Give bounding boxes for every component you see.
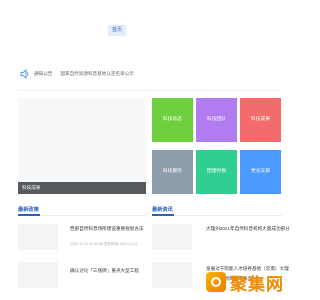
nav-home-tab[interactable]: 首页 [108,25,126,36]
banner-caption: 科技成果 [18,182,146,194]
notice-link[interactable]: 国家自然资源科普基地认定名单公示 [60,71,134,77]
watermark: 聚集网 [206,270,300,295]
news-item-date: 2022-11-21 11:44:08 发布时间 2022-11-21 [70,242,138,246]
tile-party[interactable]: 党总支部 [240,150,281,194]
news-thumbnail[interactable] [152,262,192,288]
speaker-icon [20,69,29,79]
news-item-title[interactable]: 确认讨论「三张牌」重点大型工程 [70,268,139,274]
tile-results[interactable]: 科技成果 [240,98,281,142]
news-thumbnail[interactable] [18,262,58,288]
left-column-title[interactable]: 最新政策 [18,206,39,213]
news-item-title[interactable]: 大理州2021年自然科普机构大量成功部分 [206,226,290,232]
watermark-text: 聚集网 [230,274,284,295]
news-thumbnail[interactable] [18,224,58,250]
tile-news[interactable]: 科技动态 [152,98,193,142]
news-item-title[interactable]: 西部自然科普场所建设重要规划办法 [70,226,144,232]
watermark-logo-icon [206,272,226,292]
tile-team[interactable]: 科技团队 [196,98,237,142]
tile-newsletter[interactable]: 团建时报 [196,150,237,194]
news-thumbnail[interactable] [152,224,192,250]
notice-bar: 通知公告 国家自然资源科普基地认定名单公示 [20,67,280,81]
left-column-accent [18,214,40,216]
banner-slide[interactable]: 科技成果 [18,98,146,194]
divider [18,90,282,91]
right-column-title[interactable]: 最新资讯 [152,206,173,213]
right-column-accent [152,214,174,216]
notice-label: 通知公告 [34,71,53,76]
tile-service[interactable]: 科技服务 [152,150,193,194]
